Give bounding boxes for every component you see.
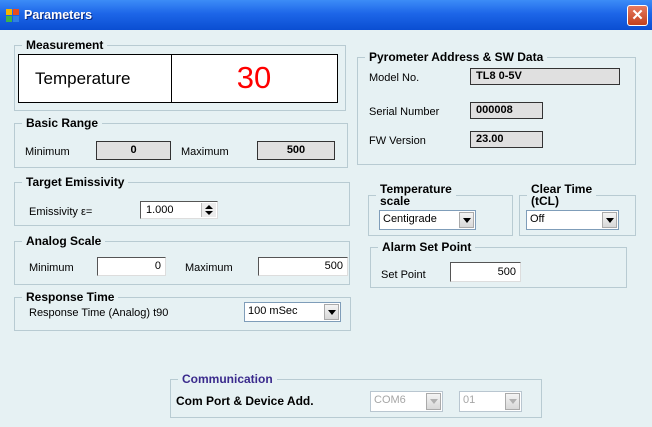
close-button[interactable]: ✕ [627, 5, 648, 26]
target-emissivity-legend: Target Emissivity [26, 175, 125, 189]
com-port-label: Com Port & Device Add. [176, 394, 314, 408]
measurement-legend: Measurement [26, 38, 104, 52]
serial-label: Serial Number [369, 106, 440, 118]
temperature-scale-legend-line2: scale [380, 194, 411, 208]
device-address-value: 01 [463, 394, 476, 406]
alarm-set-point-legend: Alarm Set Point [382, 240, 472, 254]
emissivity-value: 1.000 [146, 204, 174, 216]
temperature-scale-value: Centigrade [383, 213, 437, 225]
communication-legend: Communication [182, 372, 273, 386]
basic-range-max-label: Maximum [181, 146, 229, 158]
chevron-down-icon[interactable] [426, 393, 441, 410]
com-port-value: COM6 [374, 394, 406, 406]
parameters-window: Parameters ✕ Measurement Temperature 30 … [0, 0, 652, 427]
analog-scale-max-input[interactable]: 500 [258, 257, 348, 276]
measurement-value: 30 [236, 60, 272, 95]
com-port-select[interactable]: COM6 [370, 391, 443, 412]
basic-range-min-label: Minimum [25, 146, 70, 158]
chevron-down-icon[interactable] [459, 212, 474, 228]
close-icon: ✕ [631, 7, 644, 24]
basic-range-min-value: 0 [96, 141, 171, 160]
analog-scale-min-input[interactable]: 0 [97, 257, 166, 276]
analog-scale-max-label: Maximum [185, 262, 233, 274]
spinner-arrows-icon[interactable] [201, 203, 216, 217]
measurement-name-cell: Temperature [19, 55, 172, 102]
clear-time-legend-line2: (tCL) [531, 194, 559, 208]
analog-scale-min-label: Minimum [29, 262, 74, 274]
model-value: TL8 0-5V [470, 68, 620, 85]
device-address-select[interactable]: 01 [459, 391, 522, 412]
response-time-label: Response Time (Analog) t90 [29, 307, 169, 319]
fw-label: FW Version [369, 135, 426, 147]
chevron-down-icon[interactable] [602, 212, 617, 228]
temperature-scale-legend: Temperature scale [376, 183, 456, 207]
app-icon [6, 9, 19, 22]
pyrometer-legend: Pyrometer Address & SW Data [369, 50, 544, 64]
title-bar[interactable]: Parameters ✕ [0, 0, 652, 30]
window-title: Parameters [24, 8, 93, 22]
fw-value: 23.00 [470, 131, 543, 148]
response-time-legend: Response Time [26, 290, 115, 304]
analog-scale-legend: Analog Scale [26, 234, 102, 248]
response-time-select[interactable]: 100 mSec [244, 302, 341, 322]
model-label: Model No. [369, 72, 420, 84]
content-area: Measurement Temperature 30 Basic Range M… [4, 30, 648, 423]
chevron-down-icon[interactable] [505, 393, 520, 410]
temperature-scale-select[interactable]: Centigrade [379, 210, 476, 230]
response-time-value: 100 mSec [248, 305, 298, 317]
clear-time-value: Off [530, 213, 545, 225]
set-point-label: Set Point [381, 269, 426, 281]
measurement-display: Temperature 30 [18, 54, 338, 103]
basic-range-max-value: 500 [257, 141, 335, 160]
serial-value: 000008 [470, 102, 543, 119]
basic-range-legend: Basic Range [26, 116, 99, 130]
clear-time-select[interactable]: Off [526, 210, 619, 230]
measurement-name: Temperature [35, 69, 131, 88]
clear-time-legend: Clear Time (tCL) [527, 183, 596, 207]
set-point-input[interactable]: 500 [450, 262, 521, 282]
chevron-down-icon[interactable] [324, 304, 339, 320]
emissivity-spinner[interactable]: 1.000 [140, 201, 218, 219]
emissivity-label: Emissivity ε= [29, 206, 93, 218]
